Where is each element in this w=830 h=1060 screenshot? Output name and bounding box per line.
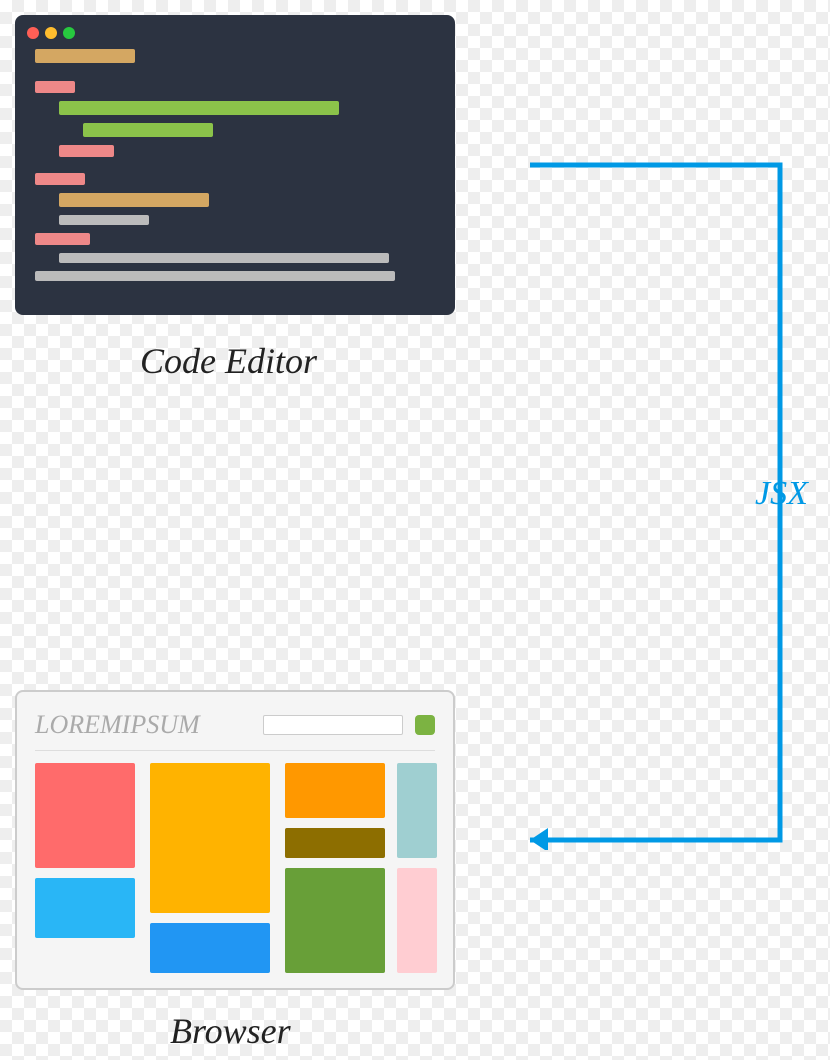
browser-content-grid xyxy=(35,763,435,983)
code-line xyxy=(35,233,90,245)
tile-brown xyxy=(285,828,385,858)
code-line xyxy=(83,123,213,137)
tile-cyan xyxy=(35,878,135,938)
tile-green xyxy=(285,868,385,973)
flow-arrow-icon xyxy=(500,160,790,850)
code-editor-label: Code Editor xyxy=(140,340,317,382)
tile-orange xyxy=(285,763,385,818)
tile-blue xyxy=(150,923,270,973)
browser-label: Browser xyxy=(170,1010,291,1052)
code-line xyxy=(35,81,75,93)
search-button-icon xyxy=(415,715,435,735)
tile-red xyxy=(35,763,135,868)
code-line xyxy=(59,253,389,263)
minimize-dot-icon xyxy=(45,27,57,39)
close-dot-icon xyxy=(27,27,39,39)
editor-titlebar xyxy=(27,27,443,39)
code-line xyxy=(59,145,114,157)
jsx-label: JSX xyxy=(755,475,808,513)
browser-header: LOREMIPSUM xyxy=(35,710,435,751)
tile-pink xyxy=(397,868,437,973)
tile-teal xyxy=(397,763,437,858)
browser-window: LOREMIPSUM xyxy=(15,690,455,990)
code-line xyxy=(59,215,149,225)
code-line xyxy=(35,173,85,185)
code-line xyxy=(59,193,209,207)
code-line xyxy=(35,271,395,281)
tile-yellow xyxy=(150,763,270,913)
code-line xyxy=(59,101,339,115)
code-editor-window xyxy=(15,15,455,315)
maximize-dot-icon xyxy=(63,27,75,39)
search-input xyxy=(263,715,403,735)
browser-title: LOREMIPSUM xyxy=(35,710,251,740)
code-line xyxy=(35,49,135,63)
